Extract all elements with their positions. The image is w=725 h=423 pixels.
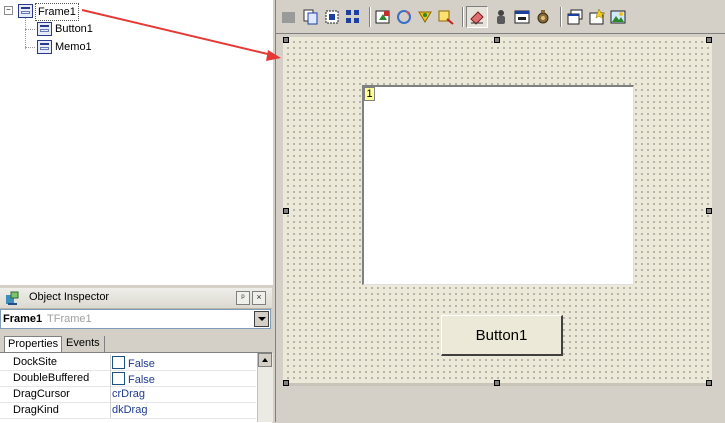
connect-icon[interactable] <box>417 9 433 25</box>
property-value-text: False <box>128 374 155 386</box>
property-value[interactable]: dkDrag <box>112 404 147 416</box>
object-inspector-title: Object Inspector <box>29 291 110 303</box>
property-grid: DockSite False DoubleBuffered False Drag… <box>0 352 272 423</box>
eraser-icon <box>470 11 484 25</box>
frame-icon <box>18 4 33 18</box>
tree-item-label: Button1 <box>55 23 93 35</box>
component-selector[interactable]: Frame1 TFrame1 <box>0 309 271 329</box>
lock-icon[interactable] <box>493 9 509 25</box>
property-value[interactable]: False <box>112 356 155 370</box>
resize-handle-right[interactable] <box>706 208 712 214</box>
select-all-icon[interactable] <box>324 9 340 25</box>
tab-order-badge: 1 <box>364 87 375 101</box>
button1-component[interactable]: Button1 <box>441 315 563 356</box>
resize-handle-bottom-left[interactable] <box>283 380 289 386</box>
tree-line <box>25 47 35 48</box>
property-name: DoubleBuffered <box>13 372 90 384</box>
tree-line <box>25 17 26 49</box>
selected-component-name: Frame1 <box>3 313 43 325</box>
memo-component-icon <box>37 40 52 54</box>
tab-order-icon[interactable] <box>375 9 391 25</box>
tab-events[interactable]: Events <box>63 336 105 352</box>
property-row[interactable]: DockSite False <box>0 354 256 371</box>
resize-handle-top[interactable] <box>494 37 500 43</box>
component-tree[interactable]: − Frame1 Button1 Memo1 <box>0 0 273 285</box>
scale-icon[interactable] <box>438 9 454 25</box>
grid-icon[interactable] <box>345 9 361 25</box>
property-value[interactable]: crDrag <box>112 388 145 400</box>
align-icon[interactable] <box>281 9 297 25</box>
column-divider <box>110 386 111 402</box>
toolbar-separator <box>462 7 464 27</box>
tab-label: Properties <box>8 338 59 350</box>
inspector-icon <box>6 291 19 305</box>
resize-handle-bottom-right[interactable] <box>706 380 712 386</box>
tree-item-label: Frame1 <box>35 3 79 21</box>
resize-handle-left[interactable] <box>283 208 289 214</box>
checkbox[interactable] <box>112 372 125 385</box>
column-divider <box>110 370 111 386</box>
object-inspector-titlebar[interactable]: Object Inspector ᵖ × <box>0 288 272 309</box>
close-icon: × <box>256 292 262 302</box>
button-caption: Button1 <box>475 326 528 344</box>
designer-toolbar <box>276 0 725 34</box>
window-icon[interactable] <box>567 9 583 25</box>
copy-icon[interactable] <box>303 9 319 25</box>
scroll-up-icon[interactable] <box>258 353 272 367</box>
property-value-text: False <box>128 358 155 370</box>
pin-icon: ᵖ <box>241 292 245 302</box>
column-divider <box>110 354 111 370</box>
checkbox[interactable] <box>112 356 125 369</box>
eraser-button[interactable] <box>466 6 488 28</box>
property-row[interactable]: DragKind dkDrag <box>0 402 256 419</box>
collapse-icon[interactable]: − <box>4 6 13 15</box>
property-name: DragCursor <box>13 388 70 400</box>
resize-handle-top-left[interactable] <box>283 37 289 43</box>
selected-component-type: TFrame1 <box>47 313 92 325</box>
toolbar-separator <box>560 7 562 27</box>
button-component-icon <box>37 22 52 36</box>
toolbar-separator <box>369 7 371 27</box>
memo-component[interactable]: 1 <box>362 85 634 285</box>
form-icon[interactable] <box>514 9 530 25</box>
pin-button[interactable]: ᵖ <box>236 291 250 305</box>
refresh-icon[interactable] <box>396 9 412 25</box>
settings-icon[interactable] <box>535 9 551 25</box>
tab-properties[interactable]: Properties <box>4 336 62 352</box>
property-name: DockSite <box>13 356 58 368</box>
close-button[interactable]: × <box>252 291 266 305</box>
tree-line <box>25 29 35 30</box>
property-row[interactable]: DragCursor crDrag <box>0 386 256 403</box>
image-icon[interactable] <box>610 9 626 25</box>
tab-label: Events <box>66 337 100 349</box>
new-form-icon[interactable] <box>589 9 605 25</box>
property-grid-scrollbar[interactable] <box>257 353 273 422</box>
chevron-down-icon[interactable] <box>254 311 269 327</box>
property-name: DragKind <box>13 404 59 416</box>
resize-handle-bottom[interactable] <box>494 380 500 386</box>
property-value[interactable]: False <box>112 372 155 386</box>
column-divider <box>110 402 111 418</box>
tree-item-label: Memo1 <box>55 41 92 53</box>
resize-handle-top-right[interactable] <box>706 37 712 43</box>
property-row[interactable]: DoubleBuffered False <box>0 370 256 387</box>
